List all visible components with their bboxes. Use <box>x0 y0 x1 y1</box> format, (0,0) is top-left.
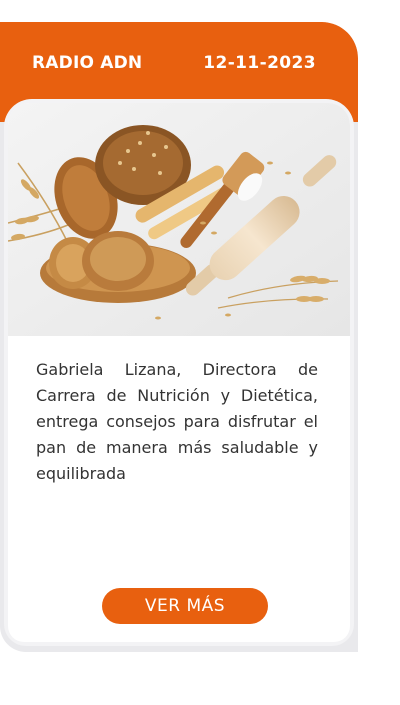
news-card: RADIO ADN 12-11-2023 Gabriela Lizana, Di… <box>0 22 358 652</box>
ver-mas-button[interactable]: VER MÁS <box>102 588 268 624</box>
news-source: RADIO ADN <box>32 53 143 73</box>
news-date: 12-11-2023 <box>203 53 316 73</box>
card-body-frame: Gabriela Lizana, Directora de Carrera de… <box>4 99 354 646</box>
news-description: Gabriela Lizana, Directora de Carrera de… <box>36 360 318 483</box>
bread-photo <box>8 103 350 336</box>
card-body: Gabriela Lizana, Directora de Carrera de… <box>8 103 350 642</box>
